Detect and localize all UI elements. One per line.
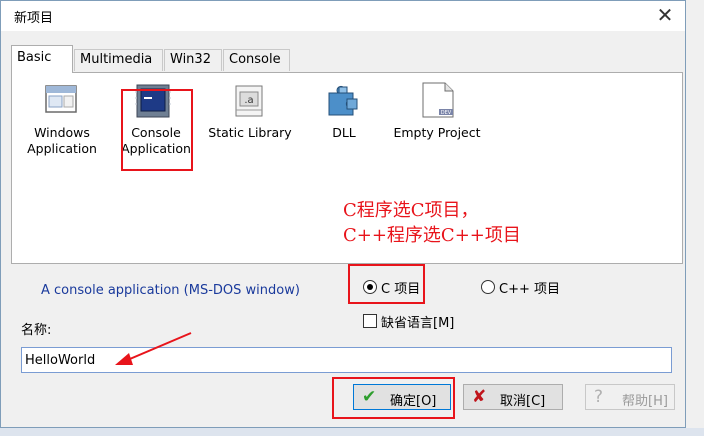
template-label-line1: DLL	[332, 125, 356, 140]
tab-win32[interactable]: Win32	[164, 49, 222, 71]
name-label: 名称:	[21, 323, 52, 338]
background-tab-strip	[0, 428, 704, 436]
library-icon: .a	[235, 85, 263, 117]
template-label-line2: Application	[27, 141, 97, 156]
cancel-button-label: 取消[C]	[500, 394, 546, 409]
tab-multimedia[interactable]: Multimedia	[74, 49, 163, 71]
svg-text:DEV: DEV	[441, 110, 452, 116]
template-label-line1: Windows	[34, 125, 90, 140]
highlight-c-project	[348, 264, 425, 304]
cancel-button[interactable]: ✘ 取消[C]	[463, 384, 563, 410]
puzzle-icon	[328, 85, 358, 116]
default-language-label: 缺省语言[M]	[381, 316, 455, 331]
window-icon	[45, 85, 77, 113]
annotation-line2: C++程序选C++项目	[343, 225, 521, 246]
dialog-title: 新项目	[14, 11, 54, 26]
template-label-line1: Static Library	[208, 125, 292, 140]
tab-basic[interactable]: Basic	[11, 45, 73, 73]
help-icon: ?	[594, 387, 604, 407]
help-button-label: 帮助[H]	[622, 394, 668, 409]
radio-cpp-label: C++ 项目	[499, 282, 560, 297]
default-language-box[interactable]	[363, 314, 377, 328]
radio-cpp-button[interactable]	[481, 280, 495, 294]
highlight-ok-button	[332, 377, 455, 419]
annotation-line1: C程序选C项目，	[343, 200, 479, 221]
close-button[interactable]: ✕	[655, 3, 675, 27]
help-button[interactable]: ? 帮助[H]	[585, 384, 675, 410]
annotation-arrow-icon	[115, 332, 192, 365]
title-bar: 新项目 ✕	[1, 1, 685, 31]
tab-console[interactable]: Console	[223, 49, 290, 71]
cross-icon: ✘	[472, 387, 487, 407]
template-label-line1: Empty Project	[393, 125, 481, 140]
template-description: A console application (MS-DOS window)	[41, 283, 300, 298]
svg-text:.a: .a	[244, 95, 253, 106]
new-project-dialog: 新项目 ✕ Basic Multimedia Win32 Console Win…	[0, 0, 686, 428]
empty-document-icon: DEV	[422, 82, 454, 118]
highlight-console-template	[121, 89, 193, 171]
